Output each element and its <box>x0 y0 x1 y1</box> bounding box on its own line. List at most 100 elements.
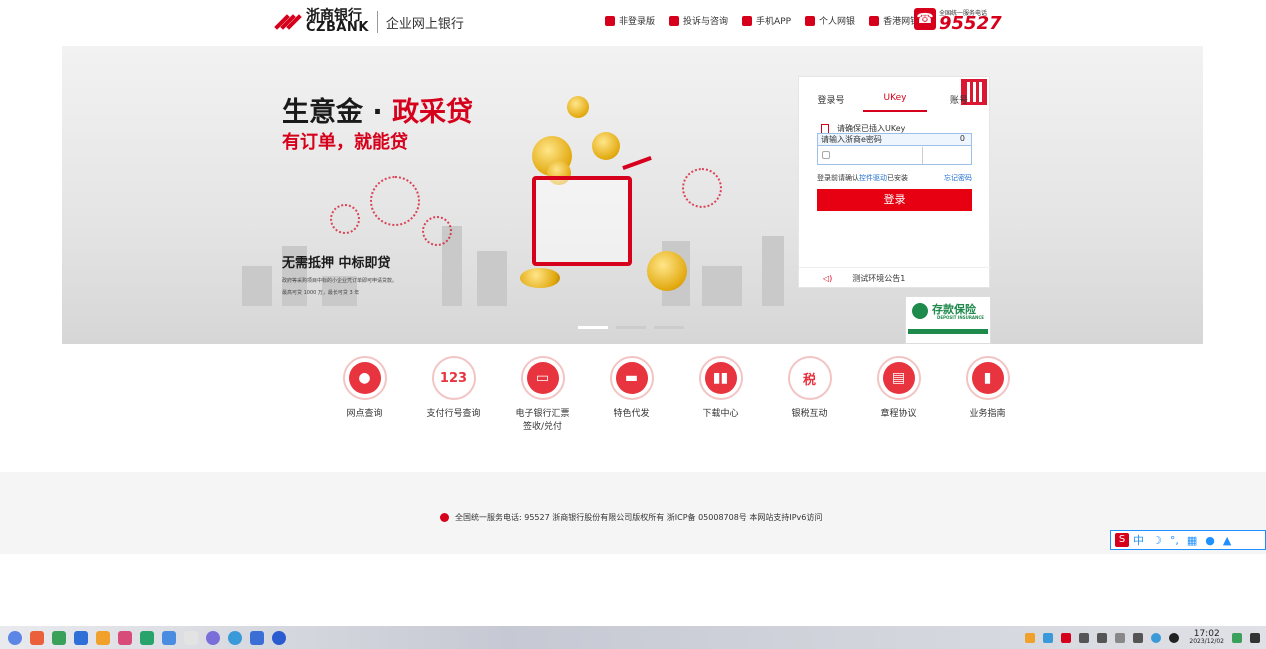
location-icon: ● <box>348 362 381 394</box>
password-char-count: 0 <box>959 134 965 143</box>
settings-icon[interactable] <box>206 630 220 645</box>
firework-decoration <box>682 168 722 208</box>
deposit-insurance-bar <box>908 329 988 334</box>
bookmark-icon: ▮ <box>971 362 1004 394</box>
forgot-password-link[interactable]: 忘记密码 <box>944 173 972 183</box>
ime-lang[interactable]: 中 <box>1133 532 1144 548</box>
quick-links: ● 网点查询 123 支付行号查询 ▭ 电子银行汇票 签收/兑付 ▬ 特色代发 … <box>298 356 1054 434</box>
quick-link-bank-code[interactable]: 123 支付行号查询 <box>426 356 520 434</box>
hotline: ☎ 全国统一服务电话 95527 <box>914 8 1002 33</box>
moon-icon[interactable]: ☽ <box>1152 534 1162 547</box>
password-field[interactable]: 请输入浙商e密码 0 <box>817 133 972 165</box>
card-icon: ▬ <box>615 362 648 394</box>
notice-bar[interactable]: ◁) 测试环境公告1 <box>799 267 991 289</box>
quick-link-payroll[interactable]: ▬ 特色代发 <box>609 356 698 434</box>
start-icon[interactable] <box>8 630 22 645</box>
nav-hk-banking[interactable]: 香港网银 <box>869 14 919 27</box>
tab-account[interactable]: 账号 <box>927 93 991 112</box>
app-icon[interactable] <box>52 630 66 645</box>
tray-icon[interactable] <box>1232 632 1242 643</box>
tray-icon[interactable] <box>1025 632 1036 643</box>
number-icon: 123 <box>437 362 470 394</box>
punctuation-icon[interactable]: °, <box>1170 534 1179 547</box>
quick-link-branch[interactable]: ● 网点查询 <box>342 356 431 434</box>
quick-link-e-draft[interactable]: ▭ 电子银行汇票 签收/兑付 <box>515 356 609 434</box>
ticket-icon: ▭ <box>526 362 559 394</box>
volume-icon[interactable] <box>1097 632 1108 643</box>
user-icon[interactable]: ● <box>1205 534 1215 547</box>
app-icon[interactable] <box>74 630 88 645</box>
carousel-dot[interactable] <box>578 326 608 329</box>
clock[interactable]: 17:02 2023/12/02 <box>1189 629 1224 646</box>
coin-image <box>520 268 560 288</box>
app-icon[interactable] <box>250 630 264 645</box>
app-icon[interactable] <box>118 630 132 645</box>
shirt-icon[interactable]: ▲ <box>1223 534 1231 547</box>
quick-link-agreements[interactable]: ▤ 章程协议 <box>876 356 965 434</box>
app-icon[interactable] <box>96 630 110 645</box>
quick-link-tax[interactable]: 税 银税互动 <box>787 356 876 434</box>
field-divider <box>922 147 923 164</box>
site-header: 浙商银行 CZBANK 企业网上银行 非登录版 投诉与咨询 手机APP 个人网银… <box>0 0 1266 46</box>
service-icon <box>440 513 449 522</box>
power-icon[interactable] <box>1169 632 1180 643</box>
banner-subtitle: 有订单，就能贷 <box>282 132 408 153</box>
nav-personal-banking[interactable]: 个人网银 <box>805 14 855 27</box>
speaker-icon: ◁) <box>823 274 833 283</box>
tray-icon[interactable] <box>1151 632 1162 643</box>
coin-image <box>567 96 589 118</box>
site-footer: 全国统一服务电话: 95527 浙商银行股份有限公司版权所有 浙ICP备 050… <box>0 472 1266 554</box>
footer-text: 全国统一服务电话: 95527 浙商银行股份有限公司版权所有 浙ICP备 050… <box>455 513 823 522</box>
notification-icon[interactable] <box>1250 632 1260 643</box>
message-icon <box>669 15 680 26</box>
coin-image <box>592 132 620 160</box>
tray-icon[interactable] <box>1133 632 1144 643</box>
app-icon[interactable] <box>184 630 198 645</box>
login-hint-row: 登录前请确认控件驱动已安装 忘记密码 <box>817 173 972 183</box>
coin-image <box>647 251 687 291</box>
browser-icon[interactable] <box>272 630 286 645</box>
banner-desc-2: 最高可贷 1000 万，最长可贷 3 年 <box>282 290 360 296</box>
monitor-icon <box>869 15 880 26</box>
nav-complaint[interactable]: 投诉与咨询 <box>669 14 728 27</box>
nav-non-login[interactable]: 非登录版 <box>605 14 655 27</box>
search-icon[interactable] <box>1115 632 1126 643</box>
sogou-icon: S <box>1115 533 1129 547</box>
promo-banner[interactable]: 生意金 · 政采贷 有订单，就能贷 无需抵押 中标即贷 政府等采购项目中标的小企… <box>62 46 1203 344</box>
lock-icon <box>822 151 830 159</box>
tab-ukey[interactable]: UKey <box>863 93 927 112</box>
taskbar: 17:02 2023/12/02 <box>0 626 1266 649</box>
ime-toolbar[interactable]: S 中 ☽ °, ▦ ● ▲ <box>1110 530 1266 550</box>
app-icon[interactable] <box>30 630 44 645</box>
firework-decoration <box>370 176 420 226</box>
document-icon: ▤ <box>882 362 915 394</box>
app-icon[interactable] <box>140 630 154 645</box>
shopping-cart-image <box>532 176 632 266</box>
driver-link[interactable]: 控件驱动 <box>859 174 887 182</box>
tray-icon[interactable] <box>1043 632 1054 643</box>
login-button[interactable]: 登录 <box>817 189 972 211</box>
deposit-insurance-badge[interactable]: 存款保险 DEPOSIT INSURANCE <box>905 296 991 344</box>
quick-link-download[interactable]: ▮▮ 下载中心 <box>698 356 787 434</box>
home-icon <box>605 15 615 26</box>
firework-decoration <box>422 216 452 246</box>
czbank-logo-icon <box>274 10 302 34</box>
carousel-dot[interactable] <box>616 326 646 329</box>
bank-logo[interactable]: 浙商银行 CZBANK 企业网上银行 <box>274 9 464 35</box>
carousel-dot[interactable] <box>654 326 684 329</box>
keyboard-icon[interactable]: ▦ <box>1187 534 1197 547</box>
banner-tagline: 无需抵押 中标即贷 <box>282 256 391 271</box>
network-icon[interactable] <box>1079 632 1090 643</box>
tab-login-id[interactable]: 登录号 <box>799 93 863 112</box>
app-icon[interactable] <box>162 630 176 645</box>
ukey-icon <box>821 123 829 134</box>
browser-icon[interactable] <box>228 630 242 645</box>
login-panel: 登录号 UKey 账号 请确保已插入UKey 请输入浙商e密码 0 登录前请确认… <box>798 76 991 289</box>
logo-en-text: CZBANK <box>306 20 369 35</box>
nav-mobile-app[interactable]: 手机APP <box>742 14 791 27</box>
phone-icon: ☎ <box>914 8 936 30</box>
banner-title: 生意金 · 政采贷 <box>282 97 474 128</box>
sogou-icon[interactable] <box>1061 632 1072 643</box>
clock-date: 2023/12/02 <box>1189 637 1224 645</box>
quick-link-guide[interactable]: ▮ 业务指南 <box>965 356 1054 434</box>
